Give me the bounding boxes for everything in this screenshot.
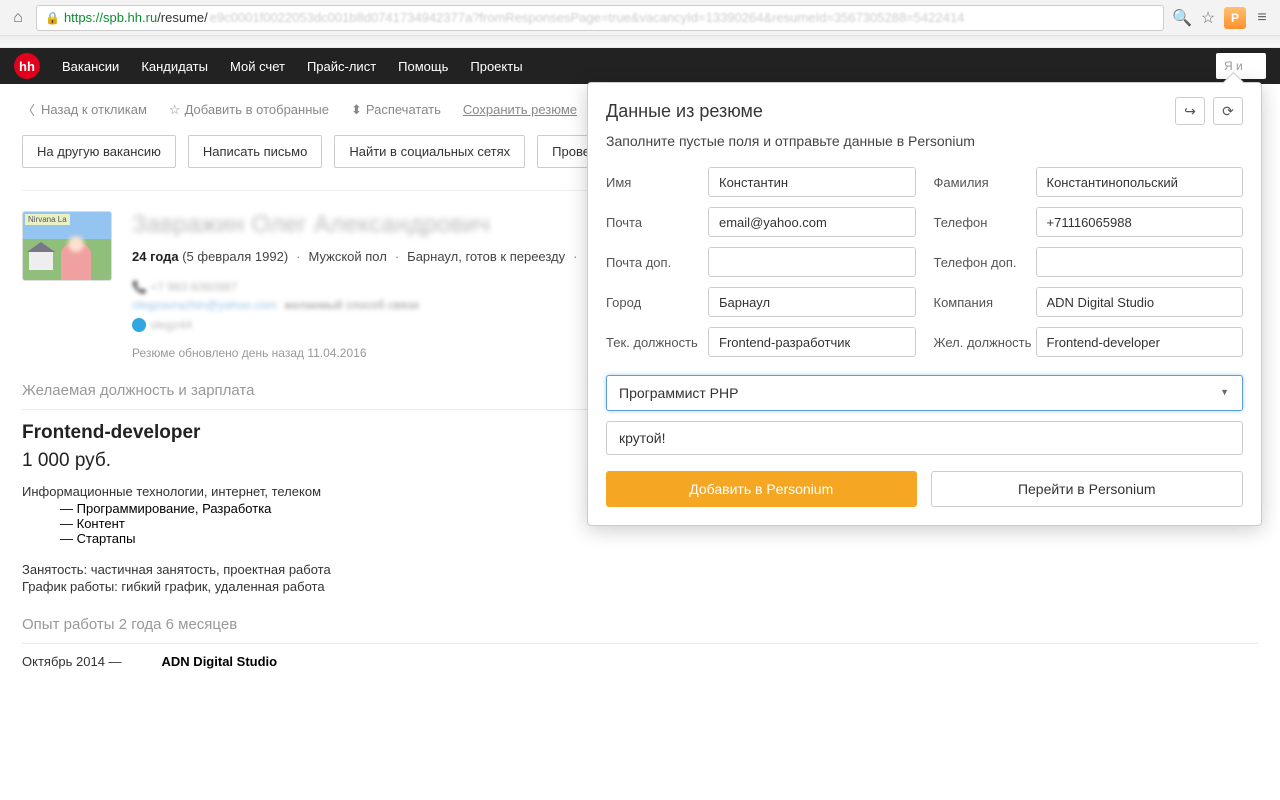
des-pos-input[interactable] [1036, 327, 1244, 357]
goto-button[interactable]: Перейти в Personium [931, 471, 1244, 507]
popup-subtitle: Заполните пустые поля и отправьте данные… [588, 131, 1261, 163]
phone2-label: Телефон доп. [934, 255, 1036, 270]
city-label: Город [606, 295, 708, 310]
nav-account[interactable]: Мой счет [230, 59, 285, 74]
note-input[interactable] [606, 421, 1243, 455]
find-social-button[interactable]: Найти в социальных сетях [334, 135, 525, 168]
personium-popup: Данные из резюме ↪ ⟳ Заполните пустые по… [587, 82, 1262, 526]
hh-nav-bar: hh Вакансии Кандидаты Мой счет Прайс-лис… [0, 48, 1280, 84]
last-name-label: Фамилия [934, 175, 1036, 190]
schedule-line: График работы: гибкий график, удаленная … [22, 579, 1258, 594]
address-bar[interactable]: 🔒 https://spb.hh.ru/resume/e9c0001f00220… [36, 5, 1164, 31]
url-host: https://spb.hh.ru [64, 10, 157, 25]
cur-pos-input[interactable] [708, 327, 916, 357]
employment-line: Занятость: частичная занятость, проектна… [22, 562, 1258, 577]
nav-candidates[interactable]: Кандидаты [141, 59, 208, 74]
url-path: /resume/ [157, 10, 208, 25]
nav-vacancies[interactable]: Вакансии [62, 59, 119, 74]
print-link[interactable]: ⬍ Распечатать [351, 102, 441, 118]
nav-help[interactable]: Помощь [398, 59, 448, 74]
menu-icon[interactable]: ≡ [1252, 8, 1272, 28]
popup-title: Данные из резюме [606, 101, 1167, 122]
nav-projects[interactable]: Проекты [470, 59, 522, 74]
email-label: Почта [606, 215, 708, 230]
star-icon[interactable]: ☆ [1198, 8, 1218, 28]
first-name-label: Имя [606, 175, 708, 190]
cur-pos-label: Тек. должность [606, 335, 708, 350]
add-button[interactable]: Добавить в Personium [606, 471, 917, 507]
refresh-icon[interactable]: ⟳ [1213, 97, 1243, 125]
first-name-input[interactable] [708, 167, 916, 197]
phone-input[interactable] [1036, 207, 1244, 237]
experience-date: Октябрь 2014 — [22, 654, 122, 669]
vacancy-select[interactable]: Программист PHP [606, 375, 1243, 411]
print-label: Распечатать [366, 102, 441, 117]
hh-logo[interactable]: hh [14, 53, 40, 79]
extension-icon[interactable]: P [1224, 7, 1246, 29]
shadow-strip [0, 36, 1280, 48]
email2-label: Почта доп. [606, 255, 708, 270]
phone-label: Телефон [934, 215, 1036, 230]
back-label: Назад к откликам [41, 102, 147, 117]
email2-input[interactable] [708, 247, 916, 277]
favorite-label: Добавить в отобранные [185, 102, 329, 117]
company-label: Компания [934, 295, 1036, 310]
write-letter-button[interactable]: Написать письмо [188, 135, 322, 168]
back-link[interactable]: 〈 Назад к откликам [22, 100, 147, 119]
experience-company: ADN Digital Studio [162, 654, 278, 669]
skype-icon [132, 318, 146, 332]
url-query-blur: e9c0001f0022053dc001b8d0741734942377a?fr… [210, 10, 965, 25]
experience-heading: Опыт работы 2 года 6 месяцев [22, 596, 1258, 644]
city-input[interactable] [708, 287, 916, 317]
nav-pricing[interactable]: Прайс-лист [307, 59, 376, 74]
export-icon[interactable]: ↪ [1175, 97, 1205, 125]
last-name-input[interactable] [1036, 167, 1244, 197]
save-resume-link[interactable]: Сохранить резюме [463, 102, 577, 117]
avatar-tag: Nirvana La [25, 214, 70, 225]
avatar: Nirvana La [22, 211, 112, 281]
des-pos-label: Жел. должность [934, 335, 1036, 350]
experience-row: Октябрь 2014 — ADN Digital Studio [22, 654, 1258, 669]
home-icon[interactable]: ⌂ [8, 8, 28, 28]
search-input[interactable]: Я и [1216, 53, 1266, 79]
email-input[interactable] [708, 207, 916, 237]
browser-chrome: ⌂ 🔒 https://spb.hh.ru/resume/e9c0001f002… [0, 0, 1280, 36]
lock-icon: 🔒 [45, 11, 60, 25]
zoom-icon[interactable]: 🔍 [1172, 8, 1192, 28]
category-item: Стартапы [60, 531, 1258, 546]
favorite-link[interactable]: ☆ Добавить в отобранные [169, 102, 329, 118]
other-vacancy-button[interactable]: На другую вакансию [22, 135, 176, 168]
company-input[interactable] [1036, 287, 1244, 317]
phone2-input[interactable] [1036, 247, 1244, 277]
